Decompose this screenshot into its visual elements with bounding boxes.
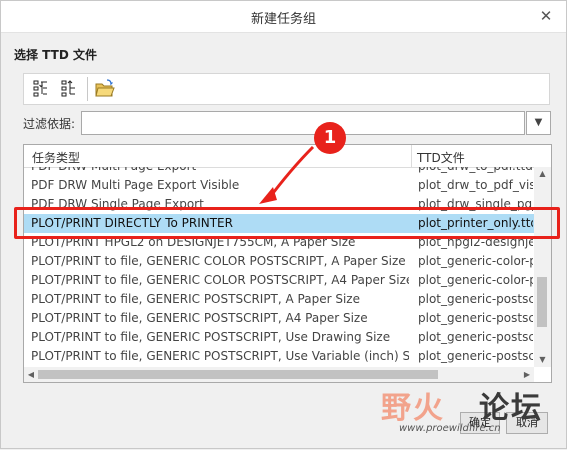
cell-task-type: PLOT/PRINT to file, GENERIC POSTSCRIPT, … (31, 330, 391, 344)
tree-expand-icon[interactable] (30, 78, 52, 100)
chevron-down-icon[interactable]: ▼ (526, 111, 551, 135)
cell-ttd-file: plot_generic-postscr (418, 292, 533, 306)
cell-ttd-file: plot_drw_to_pdf_visib (418, 178, 533, 192)
vertical-scrollbar[interactable]: ▲ ▼ (534, 167, 551, 367)
vertical-scroll-thumb[interactable] (537, 277, 547, 327)
watermark-text-1: 野火 (381, 391, 445, 426)
table-row[interactable]: PLOT/PRINT to file, GENERIC COLOR POSTSC… (24, 252, 534, 271)
list-header: 任务类型 TTD文件 (24, 145, 551, 168)
toolbar-separator (87, 77, 88, 101)
column-header-task-type[interactable]: 任务类型 (32, 149, 80, 166)
cell-task-type: PLOT/PRINT to file, GENERIC COLOR POSTSC… (31, 273, 409, 287)
column-header-ttd-file[interactable]: TTD文件 (417, 149, 465, 166)
scroll-left-icon[interactable]: ◀ (24, 367, 38, 382)
list-rows: PDF DRW Multi Page Export plot_drw_to_pdf… (24, 167, 534, 367)
close-icon[interactable]: ✕ (536, 6, 556, 26)
filter-label: 过滤依据: (23, 117, 76, 131)
cell-ttd-file: plot_drw_to_pdf.ttd (418, 167, 533, 176)
dialog-title: 新建任务组 (250, 12, 316, 27)
ttd-file-list: 任务类型 TTD文件 PDF DRW Multi Page Export plot… (23, 144, 552, 383)
ok-button[interactable]: 确定 (460, 412, 500, 434)
cell-task-type: PLOT/PRINT to file, GENERIC POSTSCRIPT, … (31, 292, 360, 306)
cell-ttd-file: plot_generic-postscr (418, 311, 533, 325)
cell-task-type: PLOT/PRINT to file, GENERIC POSTSCRIPT, … (31, 311, 368, 325)
table-row[interactable]: PLOT/PRINT to file, GENERIC POSTSCRIPT, … (24, 328, 534, 347)
annotation-number-badge: 1 (314, 122, 346, 154)
table-row[interactable]: PLOT/PRINT to file, GENERIC COLOR POSTSC… (24, 271, 534, 290)
cancel-button[interactable]: 取消 (506, 412, 548, 434)
column-divider[interactable] (411, 145, 412, 167)
annotation-highlight-box (14, 207, 560, 239)
open-folder-icon[interactable] (94, 78, 116, 100)
section-label: 选择 TTD 文件 (14, 48, 97, 62)
horizontal-scroll-thumb[interactable] (38, 370, 438, 379)
table-row[interactable]: PLOT/PRINT to file, GENERIC POSTSCRIPT, … (24, 290, 534, 309)
cell-ttd-file: plot_generic-postscr (418, 349, 533, 363)
horizontal-scrollbar[interactable]: ◀ ▶ (24, 367, 534, 382)
toolbar (23, 73, 550, 105)
dialog-window: 新建任务组 ✕ 选择 TTD 文件 过滤依据: ▼ 任务类型 TTD文件 PDF… (0, 0, 567, 449)
table-row[interactable]: PDF DRW Multi Page Export Visible plot_dr… (24, 176, 534, 195)
filter-input[interactable] (81, 111, 525, 135)
cell-ttd-file: plot_generic-postscr (418, 330, 533, 344)
scroll-down-icon[interactable]: ▼ (534, 353, 551, 367)
table-row[interactable]: PDF DRW Multi Page Export plot_drw_to_pdf… (24, 167, 534, 176)
scroll-up-icon[interactable]: ▲ (534, 167, 551, 181)
tree-collapse-icon[interactable] (58, 78, 80, 100)
cell-task-type: PLOT/PRINT to file, GENERIC COLOR POSTSC… (31, 254, 406, 268)
cell-task-type: PDF DRW Multi Page Export Visible (31, 178, 240, 192)
cell-ttd-file: plot_generic-color-p (418, 254, 533, 268)
table-row[interactable]: PLOT/PRINT to file, GENERIC POSTSCRIPT, … (24, 347, 534, 366)
scroll-right-icon[interactable]: ▶ (520, 367, 534, 382)
cell-task-type: PLOT/PRINT to file, GENERIC POSTSCRIPT, … (31, 349, 409, 363)
title-bar: 新建任务组 ✕ (1, 1, 566, 33)
cell-task-type: PDF DRW Multi Page Export (31, 167, 409, 176)
table-row[interactable]: PLOT/PRINT to file, GENERIC POSTSCRIPT, … (24, 309, 534, 328)
cell-ttd-file: plot_generic-color-p (418, 273, 533, 287)
